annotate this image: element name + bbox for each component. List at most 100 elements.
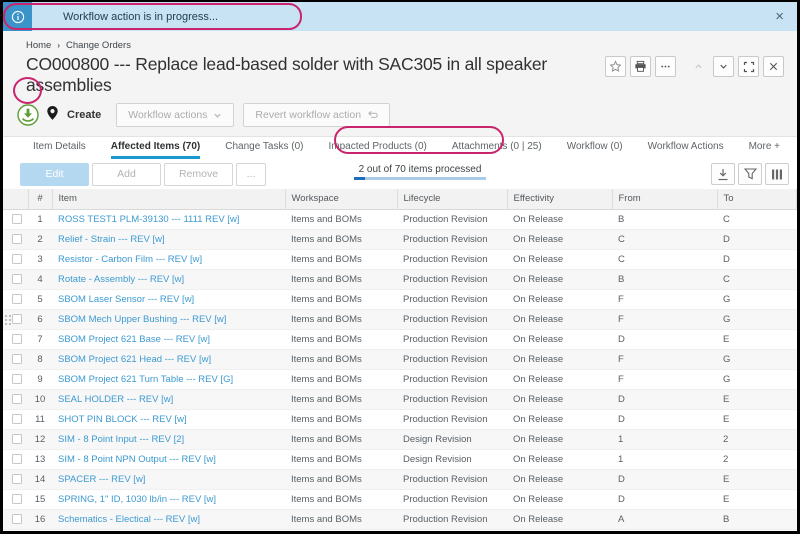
cell-to: D [717,249,797,270]
tab-item-details[interactable]: Item Details [33,137,86,159]
table-row[interactable]: 14 SPACER --- REV [w] Items and BOMs Produc… [3,469,797,490]
header-from[interactable]: From [612,189,718,210]
header-effectivity[interactable]: Effectivity [507,189,613,210]
item-link[interactable]: SBOM Mech Upper Bushing --- REV [w] [58,314,226,325]
row-checkbox[interactable] [12,333,22,344]
item-link[interactable]: Resistor - Carbon Film --- REV [w] [58,254,202,265]
item-link[interactable]: SBOM Project 621 Turn Table --- REV [G] [58,374,233,385]
tab-workflow-0[interactable]: Workflow (0) [567,137,623,159]
columns-icon[interactable] [765,163,789,185]
table-row[interactable]: 11 SHOT PIN BLOCK --- REV [w] Items and BO… [3,409,797,430]
chevron-down-icon[interactable] [713,56,734,77]
header-number[interactable]: # [28,189,53,210]
row-number: 15 [28,489,52,510]
table-row[interactable]: 7 SBOM Project 621 Base --- REV [w] Items … [3,329,797,350]
breadcrumb-change-orders[interactable]: Change Orders [66,40,131,51]
item-link[interactable]: SIM - 8 Point Input --- REV [2] [58,434,184,445]
row-checkbox[interactable] [12,273,22,284]
table-row[interactable]: 8 SBOM Project 621 Head --- REV [w] Items … [3,349,797,370]
table-row[interactable]: 4 Rotate - Assembly --- REV [w] Items and … [3,269,797,290]
item-link[interactable]: SPRING, 1" ID, 1030 lb/in --- REV [w] [58,494,216,505]
row-checkbox[interactable] [12,433,22,444]
drag-handle-icon[interactable] [4,313,11,326]
row-checkbox[interactable] [12,373,22,384]
item-link[interactable]: Schematics - Electical --- REV [w] [58,514,200,525]
cell-from: B [612,269,717,290]
item-link[interactable]: ROSS TEST1 PLM-39130 --- 1111 REV [w] [58,214,239,225]
cell-to: G [717,309,797,330]
row-checkbox[interactable] [12,353,22,364]
row-checkbox[interactable] [12,313,22,324]
table-row[interactable]: 13 SIM - 8 Point NPN Output --- REV [w] It… [3,449,797,470]
item-link[interactable]: Relief - Strain --- REV [w] [58,234,165,245]
header-lifecycle[interactable]: Lifecycle [397,189,508,210]
header-to[interactable]: To [717,189,797,210]
item-link[interactable]: SIM - 8 Point NPN Output --- REV [w] [58,454,216,465]
revert-workflow-action-button[interactable]: Revert workflow action [243,103,391,127]
row-checkbox[interactable] [12,493,22,504]
table-row[interactable]: 12 SIM - 8 Point Input --- REV [2] Items a… [3,429,797,450]
download-icon[interactable] [711,163,735,185]
table-row[interactable]: 2 Relief - Strain --- REV [w] Items and BO… [3,229,797,250]
tab-affected-items-70[interactable]: Affected Items (70) [110,137,201,159]
create-button[interactable]: Create [67,109,101,121]
row-checkbox[interactable] [12,293,22,304]
more-button[interactable]: ... [236,162,266,186]
favorite-star-icon[interactable] [605,56,626,77]
print-icon[interactable] [630,56,651,77]
more-ellipsis-icon[interactable] [655,56,676,77]
row-checkbox[interactable] [12,253,22,264]
row-number: 3 [28,249,52,270]
cell-effectivity: On Release [507,209,612,230]
cell-to: G [717,369,797,390]
breadcrumb-home[interactable]: Home [26,40,51,51]
tab-impacted-products-0[interactable]: Impacted Products (0) [328,137,426,159]
header-workspace[interactable]: Workspace [285,189,398,210]
table-row[interactable]: 1 ROSS TEST1 PLM-39130 --- 1111 REV [w] It… [3,209,797,230]
table-row[interactable]: 3 Resistor - Carbon Film --- REV [w] Items… [3,249,797,270]
remove-button[interactable]: Remove [164,162,233,186]
row-checkbox[interactable] [12,453,22,464]
workflow-banner: Workflow action is in progress... × [3,2,797,31]
table-row[interactable]: 6 SBOM Mech Upper Bushing --- REV [w] Item… [3,309,797,330]
cell-workspace: Items and BOMs [285,209,397,230]
row-checkbox[interactable] [12,513,22,524]
item-link[interactable]: SPACER --- REV [w] [58,474,145,485]
table-row[interactable]: 15 SPRING, 1" ID, 1030 lb/in --- REV [w] I… [3,489,797,510]
row-checkbox[interactable] [12,393,22,404]
table-row[interactable]: 9 SBOM Project 621 Turn Table --- REV [G]… [3,369,797,390]
table-row[interactable]: 5 SBOM Laser Sensor --- REV [w] Items and … [3,289,797,310]
cell-effectivity: On Release [507,229,612,250]
tab-attachments-0-25[interactable]: Attachments (0 | 25) [452,137,542,159]
cell-from: F [612,349,717,370]
filter-icon[interactable] [738,163,762,185]
add-button[interactable]: Add [92,162,161,186]
tab-change-tasks-0[interactable]: Change Tasks (0) [225,137,303,159]
edit-button[interactable]: Edit [20,162,89,186]
header-item[interactable]: Item [52,189,286,210]
close-icon[interactable] [763,56,784,77]
item-link[interactable]: Rotate - Assembly --- REV [w] [58,274,184,285]
item-link[interactable]: SBOM Project 621 Head --- REV [w] [58,354,211,365]
item-link[interactable]: SEAL HOLDER --- REV [w] [58,394,173,405]
tab-more[interactable]: More + [749,137,780,159]
fullscreen-icon[interactable] [738,56,759,77]
item-link[interactable]: SBOM Project 621 Base --- REV [w] [58,334,210,345]
item-link[interactable]: SBOM Laser Sensor --- REV [w] [58,294,194,305]
banner-close-icon[interactable]: × [775,9,784,24]
item-link[interactable]: SHOT PIN BLOCK --- REV [w] [58,414,187,425]
table-row[interactable]: 17Screw - Cap, Button Head, S. S. --- RE… [3,529,797,531]
table-row[interactable]: 16 Schematics - Electical --- REV [w] Item… [3,509,797,530]
table-row[interactable]: 10 SEAL HOLDER --- REV [w] Items and BOMs P… [3,389,797,410]
tab-workflow-actions[interactable]: Workflow Actions [648,137,724,159]
cell-workspace: Items and BOMs [285,409,397,430]
import-green-icon[interactable] [17,104,39,126]
row-checkbox[interactable] [12,233,22,244]
cell-workspace: Items and BOMs [285,529,397,531]
row-checkbox[interactable] [12,213,22,224]
row-checkbox[interactable] [12,473,22,484]
workflow-actions-button[interactable]: Workflow actions [116,103,235,127]
row-checkbox[interactable] [12,413,22,424]
cell-lifecycle: Production Revision [397,369,507,390]
location-pin-icon[interactable] [47,105,58,125]
